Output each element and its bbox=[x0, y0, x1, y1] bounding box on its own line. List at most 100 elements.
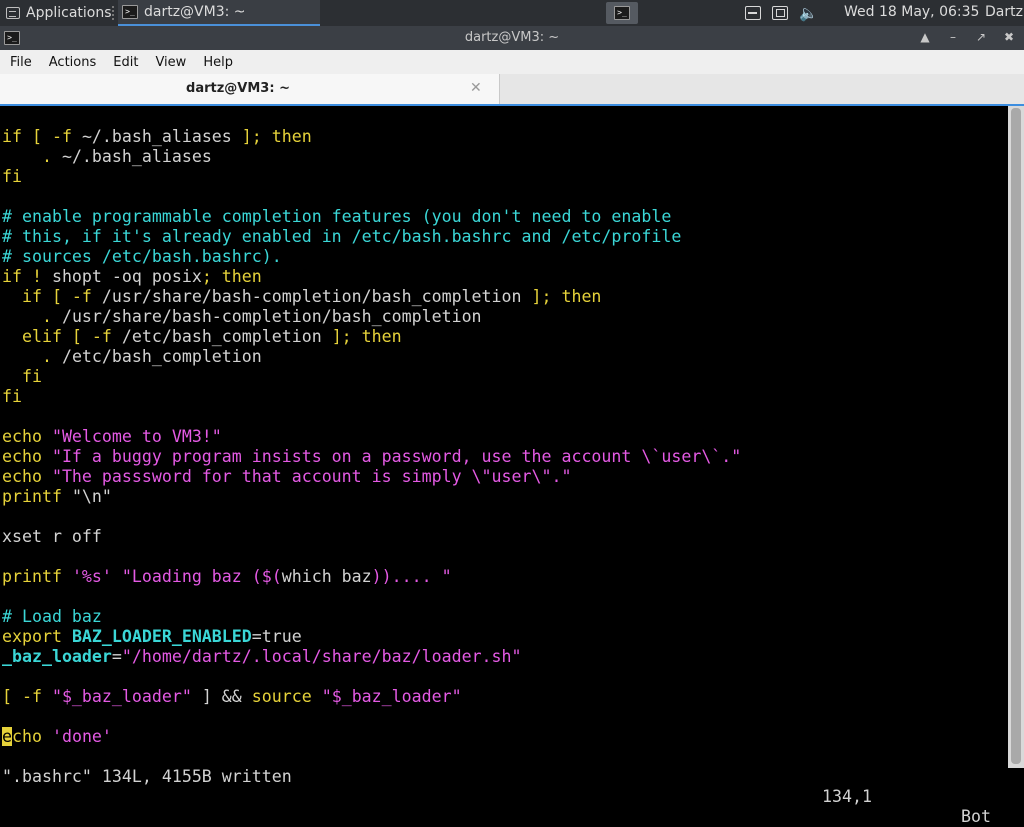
editor-line: # Load baz bbox=[2, 607, 102, 627]
code-token: ]; then bbox=[521, 287, 602, 306]
terminal-area[interactable]: if [ -f ~/.bash_aliases ]; then . ~/.bas… bbox=[0, 106, 1008, 768]
terminal-launcher-button[interactable]: >_ bbox=[606, 2, 638, 24]
editor-line: export BAZ_LOADER_ENABLED=true bbox=[2, 627, 302, 647]
code-token: . bbox=[2, 307, 62, 326]
cursor-position: 134,1 bbox=[822, 787, 872, 806]
menu-view[interactable]: View bbox=[155, 55, 186, 70]
code-token: if ! bbox=[2, 267, 52, 286]
editor-line: . ~/.bash_aliases bbox=[2, 147, 212, 167]
volume-icon[interactable]: 🔈 bbox=[799, 4, 818, 22]
code-token: '%s' "Loading baz ($( bbox=[71, 567, 282, 586]
menu-help[interactable]: Help bbox=[203, 55, 233, 70]
editor-line: . /etc/bash_completion bbox=[2, 347, 262, 367]
editor-line: _baz_loader="/home/dartz/.local/share/ba… bbox=[2, 647, 522, 667]
system-tray: 🔈 bbox=[745, 0, 834, 26]
code-token: # Load baz bbox=[2, 607, 102, 626]
code-token: ] && bbox=[191, 687, 252, 706]
editor-line: fi bbox=[2, 167, 22, 187]
code-token: # enable programmable completion feature… bbox=[2, 207, 672, 226]
code-token: BAZ_LOADER_ENABLED bbox=[71, 627, 252, 646]
code-token: printf bbox=[2, 487, 72, 506]
code-token: "The passsword for that account is simpl… bbox=[51, 467, 572, 486]
text-cursor: e bbox=[2, 727, 12, 746]
tab-terminal[interactable]: dartz@VM3: ~ ✕ bbox=[0, 74, 500, 104]
editor-line: printf "\n" bbox=[2, 487, 112, 507]
restore-button[interactable]: ↗ bbox=[974, 28, 988, 46]
editor-line: echo "If a buggy program insists on a pa… bbox=[2, 447, 741, 467]
code-token: echo bbox=[2, 427, 52, 446]
applications-label: Applications bbox=[26, 5, 112, 21]
editor-line: echo "The passsword for that account is … bbox=[2, 467, 571, 487]
taskbar-terminal-button[interactable]: >_ dartz@VM3: ~ bbox=[118, 0, 320, 26]
disk-icon[interactable] bbox=[745, 6, 761, 20]
code-token: cho bbox=[12, 727, 52, 746]
code-token: # sources /etc/bash.bashrc). bbox=[2, 247, 282, 266]
code-token: /usr/share/bash-completion/bash_completi… bbox=[61, 307, 482, 326]
code-token: = bbox=[111, 647, 122, 666]
code-token: "$_baz_loader" bbox=[321, 687, 462, 706]
editor-line: # enable programmable completion feature… bbox=[2, 207, 671, 227]
editor-line: # this, if it's already enabled in /etc/… bbox=[2, 227, 681, 247]
applications-menu[interactable]: Applications bbox=[0, 0, 118, 26]
close-button[interactable]: ✖ bbox=[1002, 28, 1016, 46]
terminal-icon: >_ bbox=[122, 5, 138, 19]
code-token: echo bbox=[2, 467, 52, 486]
vim-status-line: ".bashrc" 134L, 4155B written 134,1 Bot bbox=[0, 747, 1008, 826]
code-token: "$_baz_loader" bbox=[51, 687, 192, 706]
code-token: "If a buggy program insists on a passwor… bbox=[51, 447, 742, 466]
code-token: ~/.bash_aliases bbox=[61, 147, 212, 166]
code-token: which baz bbox=[281, 567, 372, 586]
code-token: elif [ -f bbox=[2, 327, 122, 346]
code-token: # this, if it's already enabled in /etc/… bbox=[2, 227, 682, 246]
editor-line: echo 'done' bbox=[2, 727, 112, 747]
editor-line: echo "Welcome to VM3!" bbox=[2, 427, 222, 447]
editor-line: fi bbox=[2, 367, 42, 387]
editor-line: fi bbox=[2, 387, 22, 407]
code-token: ]; then bbox=[231, 127, 312, 146]
editor-line: if [ -f /usr/share/bash-completion/bash_… bbox=[2, 287, 601, 307]
code-token: if [ -f bbox=[2, 127, 82, 146]
code-token: fi bbox=[2, 387, 22, 406]
code-token: "Welcome to VM3!" bbox=[51, 427, 222, 446]
code-token: "/home/dartz/.local/share/baz/loader.sh" bbox=[121, 647, 522, 666]
editor-line: # sources /etc/bash.bashrc). bbox=[2, 247, 282, 267]
code-token: [ -f bbox=[2, 687, 52, 706]
window-titlebar[interactable]: >_ dartz@VM3: ~ ▲ – ↗ ✖ bbox=[0, 26, 1024, 50]
code-token: /etc/bash_completion bbox=[121, 327, 322, 346]
user-menu[interactable]: Dartz bbox=[985, 4, 1023, 20]
taskbar-terminal-title: dartz@VM3: ~ bbox=[144, 4, 246, 20]
editor-line: if ! shopt -oq posix; then bbox=[2, 267, 262, 287]
code-token: shopt -oq posix bbox=[51, 267, 202, 286]
menu-file[interactable]: File bbox=[10, 55, 32, 70]
applications-icon bbox=[6, 7, 20, 19]
tab-close-icon[interactable]: ✕ bbox=[470, 80, 482, 96]
window-title: dartz@VM3: ~ bbox=[464, 30, 560, 45]
code-token: "\n" bbox=[71, 487, 112, 506]
shade-button[interactable]: ▲ bbox=[918, 28, 932, 46]
code-token: fi bbox=[2, 167, 22, 186]
code-token: . bbox=[2, 347, 62, 366]
editor-line: . /usr/share/bash-completion/bash_comple… bbox=[2, 307, 482, 327]
code-token: 'done' bbox=[51, 727, 112, 746]
code-token: export bbox=[2, 627, 72, 646]
scrollbar-thumb[interactable] bbox=[1011, 108, 1021, 764]
code-token: . bbox=[2, 147, 62, 166]
tab-label: dartz@VM3: ~ bbox=[186, 81, 290, 96]
editor-line: [ -f "$_baz_loader" ] && source "$_baz_l… bbox=[2, 687, 462, 707]
code-token: fi bbox=[2, 367, 42, 386]
scroll-position: Bot bbox=[961, 807, 991, 826]
network-icon[interactable] bbox=[772, 6, 788, 20]
code-token: )).... " bbox=[371, 567, 452, 586]
terminal-scrollbar[interactable] bbox=[1008, 106, 1024, 768]
clock[interactable]: Wed 18 May, 06:35 bbox=[844, 4, 979, 20]
code-token: _baz_loader bbox=[2, 647, 112, 666]
menu-actions[interactable]: Actions bbox=[49, 55, 97, 70]
editor-line: xset r off bbox=[2, 527, 102, 547]
code-token: /usr/share/bash-completion/bash_completi… bbox=[101, 287, 522, 306]
menu-edit[interactable]: Edit bbox=[113, 55, 138, 70]
minimize-button[interactable]: – bbox=[946, 28, 960, 46]
terminal-launcher-icon: >_ bbox=[614, 6, 630, 20]
code-token: =true bbox=[251, 627, 302, 646]
code-token: xset r off bbox=[2, 527, 102, 546]
code-token: printf bbox=[2, 567, 72, 586]
